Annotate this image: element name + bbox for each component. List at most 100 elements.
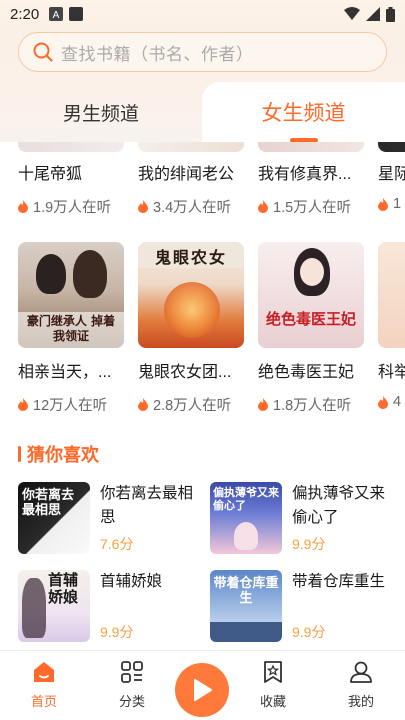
nav-favorites[interactable]: 收藏 [243, 651, 303, 720]
book-readers: 4 [378, 394, 405, 410]
book-title: 星际 [378, 166, 405, 183]
readers-count: 4 [393, 394, 402, 410]
rec-score: 9.9分 [292, 536, 326, 552]
flame-icon [378, 197, 388, 211]
battery-icon [386, 6, 395, 22]
wifi-icon [344, 7, 360, 20]
flame-icon [18, 200, 28, 213]
book-card[interactable]: 豪门继承人 掉着我领证 相亲当天，... 12万人在听 [18, 242, 128, 415]
cover-text: 豪门继承人 掉着我领证 [26, 314, 116, 343]
tab-female-channel[interactable]: 女生频道 [202, 82, 405, 142]
book-card[interactable]: 星际 1 [378, 164, 405, 212]
bookmark-star-icon [264, 661, 282, 683]
search-placeholder: 查找书籍（书名、作者） [61, 44, 254, 64]
nav-category-label: 分类 [118, 694, 145, 709]
nav-favorites-label: 收藏 [259, 694, 286, 709]
book-cover: 首辅娇娘 [18, 570, 90, 642]
book-card[interactable]: 鬼眼农女 鬼眼农女团... 2.8万人在听 [138, 242, 248, 415]
flame-icon [138, 200, 148, 213]
search-icon [33, 42, 53, 62]
book-cover-fragment [378, 142, 405, 152]
cover-text: 绝色毒医王妃 [265, 310, 356, 328]
recommendation-item[interactable]: 偏执薄爷又来偷心了 偏执薄爷又来偷心了 9.9分 [210, 482, 400, 556]
cover-text: 鬼眼农女 [154, 248, 227, 267]
flame-icon [378, 395, 388, 409]
search-bar[interactable]: 查找书籍（书名、作者） [18, 32, 387, 72]
rec-title: 带着仓库重生 [292, 573, 386, 590]
book-card[interactable]: 科举 4 [378, 242, 405, 410]
readers-count: 2.8万人在听 [153, 398, 232, 414]
content-scroll[interactable]: 十尾帝狐 1.9万人在听 我的绯闻老公 3.4万人在听 我有修真界... 1.5… [0, 142, 405, 650]
bottom-navigation: 首页 分类 收藏 我的 [0, 650, 405, 720]
book-title: 科举 [378, 364, 405, 381]
book-title: 十尾帝狐 [18, 166, 83, 183]
play-button[interactable] [175, 663, 229, 717]
status-time: 2:20 [10, 5, 40, 23]
book-card[interactable]: 绝色毒医王妃 绝色毒医王妃 1.8万人在听 [258, 242, 368, 415]
book-readers: 1 [378, 196, 405, 212]
status-bar: 2:20 A [0, 0, 405, 28]
book-card[interactable]: 我的绯闻老公 3.4万人在听 [138, 164, 248, 217]
book-readers: 3.4万人在听 [138, 196, 248, 217]
book-grid-row-2: 豪门继承人 掉着我领证 相亲当天，... 12万人在听 鬼眼农女 鬼眼农女团..… [0, 242, 405, 422]
nav-home[interactable]: 首页 [14, 651, 74, 720]
recommendation-item[interactable]: 你若离去最相思 你若离去最相思 7.6分 [18, 482, 208, 556]
readers-count: 12万人在听 [33, 398, 108, 414]
category-grid-icon [121, 661, 143, 683]
book-cover: 偏执薄爷又来偷心了 [210, 482, 282, 554]
flame-icon [258, 398, 268, 411]
book-card[interactable]: 十尾帝狐 1.9万人在听 [18, 164, 128, 217]
readers-count: 1.5万人在听 [273, 200, 352, 216]
rec-title: 偏执薄爷又来偷心了 [292, 485, 386, 526]
book-readers: 1.9万人在听 [18, 196, 128, 217]
user-profile-icon [350, 661, 372, 683]
book-cover-fragment [138, 142, 244, 152]
section-guess-you-like: 猜你喜欢 [18, 441, 99, 467]
readers-count: 1.8万人在听 [273, 398, 352, 414]
recommendation-item[interactable]: 首辅娇娘 首辅娇娘 9.9分 [18, 570, 208, 644]
notification-a-icon: A [49, 7, 64, 21]
book-title: 绝色毒医王妃 [258, 364, 355, 381]
section-accent-bar [18, 446, 21, 462]
book-cover [378, 242, 405, 348]
rec-score: 9.9分 [100, 624, 134, 640]
book-readers: 12万人在听 [18, 394, 128, 415]
signal-icon [366, 7, 380, 21]
cover-text: 带着仓库重生 [213, 576, 279, 606]
book-cover: 豪门继承人 掉着我领证 [18, 242, 124, 348]
nav-mine[interactable]: 我的 [331, 651, 391, 720]
book-title: 我有修真界... [258, 166, 352, 183]
cover-text: 偏执薄爷又来偷心了 [213, 486, 279, 512]
recommendation-item[interactable]: 带着仓库重生 带着仓库重生 9.9分 [210, 570, 400, 644]
rec-score: 7.6分 [100, 536, 134, 552]
play-icon [194, 679, 212, 701]
book-cover-fragment [18, 142, 124, 152]
book-cover: 绝色毒医王妃 [258, 242, 364, 348]
book-readers: 1.8万人在听 [258, 394, 368, 415]
book-grid-row-1: 十尾帝狐 1.9万人在听 我的绯闻老公 3.4万人在听 我有修真界... 1.5… [0, 142, 405, 242]
book-readers: 1.5万人在听 [258, 196, 368, 217]
book-card[interactable]: 我有修真界... 1.5万人在听 [258, 164, 368, 217]
notification-square-icon [69, 7, 84, 21]
nav-mine-label: 我的 [347, 694, 374, 709]
book-title: 我的绯闻老公 [138, 166, 235, 183]
tab-male-channel[interactable]: 男生频道 [0, 82, 202, 142]
flame-icon [18, 398, 28, 411]
rec-title: 你若离去最相思 [100, 485, 194, 526]
flame-icon [138, 398, 148, 411]
flame-icon [258, 200, 268, 213]
book-title: 相亲当天，... [18, 364, 112, 381]
nav-category[interactable]: 分类 [102, 651, 162, 720]
nav-home-label: 首页 [30, 694, 57, 709]
readers-count: 3.4万人在听 [153, 200, 232, 216]
section-title: 猜你喜欢 [27, 445, 99, 465]
book-cover-fragment [258, 142, 364, 152]
cover-text: 首辅娇娘 [48, 571, 79, 606]
rec-title: 首辅娇娘 [100, 573, 163, 590]
svg-text:A: A [53, 10, 60, 21]
book-cover: 你若离去最相思 [18, 482, 90, 554]
home-icon [34, 662, 54, 682]
readers-count: 1.9万人在听 [33, 200, 112, 216]
channel-tabs: 男生频道 女生频道 [0, 82, 405, 142]
book-cover: 带着仓库重生 [210, 570, 282, 642]
